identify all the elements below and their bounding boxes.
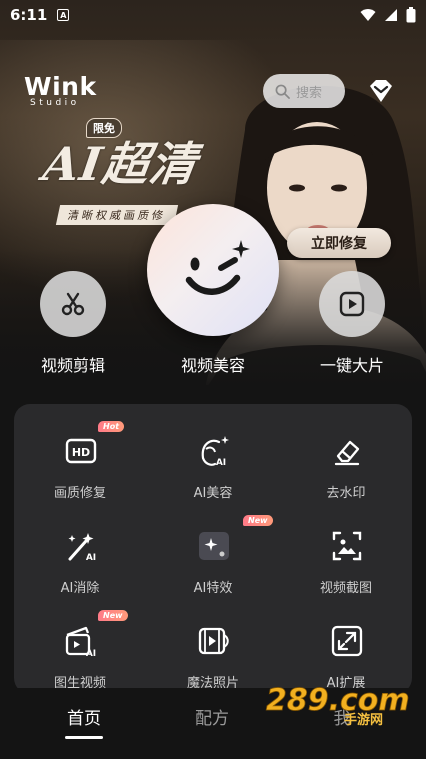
nav-active-indicator (65, 736, 103, 739)
wifi-icon (360, 9, 376, 21)
promo-subtitle: 清晰权威画质修 (55, 205, 179, 225)
search-placeholder: 搜索 (296, 85, 323, 101)
site-watermark-logo: 289.com 手游网 (266, 683, 410, 728)
tool-ai-effects[interactable]: New AI特效 (147, 499, 279, 596)
search-icon (275, 84, 290, 99)
magic-photo-icon (198, 627, 229, 655)
tool-ai-expand[interactable]: AI扩展 (280, 594, 412, 691)
hot-tag: Hot (98, 421, 125, 432)
tool-video-screenshot[interactable]: 视频截图 (280, 499, 412, 596)
repair-now-button[interactable]: 立即修复 (287, 228, 391, 258)
tools-panel: HD Hot 画质修复 AI AI美容 去水印 AI AI消除 New AI特效… (14, 404, 412, 694)
clapper-ai-icon: AI (65, 626, 96, 658)
video-beauty-label: 视频美容 (180, 356, 245, 375)
logo-main-text: Wink (24, 72, 97, 101)
eraser-icon (334, 440, 360, 466)
svg-text:AI: AI (216, 458, 226, 468)
vip-diamond-icon[interactable] (366, 78, 396, 106)
notification-icon: A (57, 9, 70, 21)
battery-icon (406, 7, 416, 23)
signal-icon (385, 9, 397, 21)
status-bar: 6:11 A (0, 0, 426, 30)
magic-wand-icon: AI (68, 533, 96, 563)
tool-quality-repair[interactable]: HD Hot 画质修复 (14, 404, 146, 501)
tool-ai-erase[interactable]: AI AI消除 (14, 499, 146, 596)
svg-text:AI: AI (86, 553, 96, 563)
expand-ai-icon (331, 625, 363, 657)
watermark-sub: 手游网 (344, 712, 383, 728)
tool-remove-watermark[interactable]: 去水印 (280, 404, 412, 501)
tool-magic-photo[interactable]: 魔法照片 (147, 594, 279, 691)
svg-text:AI: AI (86, 649, 96, 658)
nav-home[interactable]: 首页 (44, 704, 124, 729)
nav-recipes[interactable]: 配方 (172, 704, 252, 729)
new-tag: New (243, 515, 273, 526)
one-click-film-button[interactable] (319, 271, 385, 337)
screenshot-icon (332, 531, 362, 561)
status-time: 6:11 (10, 6, 48, 24)
video-beauty-button[interactable] (147, 204, 279, 336)
search-bar[interactable]: 搜索 (263, 74, 345, 108)
wink-face-icon (185, 240, 250, 295)
tool-image-to-video[interactable]: AI New 图生视频 (14, 594, 146, 691)
video-edit-button[interactable] (40, 271, 106, 337)
play-square-icon (339, 291, 365, 317)
ai-effect-icon (199, 532, 229, 560)
video-edit-label: 视频剪辑 (40, 356, 105, 375)
svg-text:HD: HD (72, 446, 90, 459)
promo-title: AI超清 (39, 137, 201, 191)
one-click-film-label: 一键大片 (319, 356, 384, 375)
hd-icon: HD (65, 438, 97, 464)
status-icons (360, 7, 416, 23)
app-logo: Wink Studio (24, 72, 97, 108)
new-tag: New (98, 610, 128, 621)
ai-face-icon: AI (201, 436, 229, 468)
tool-ai-beauty[interactable]: AI AI美容 (147, 404, 279, 501)
scissors-icon (61, 292, 85, 316)
watermark-main: 289.com (266, 683, 410, 718)
